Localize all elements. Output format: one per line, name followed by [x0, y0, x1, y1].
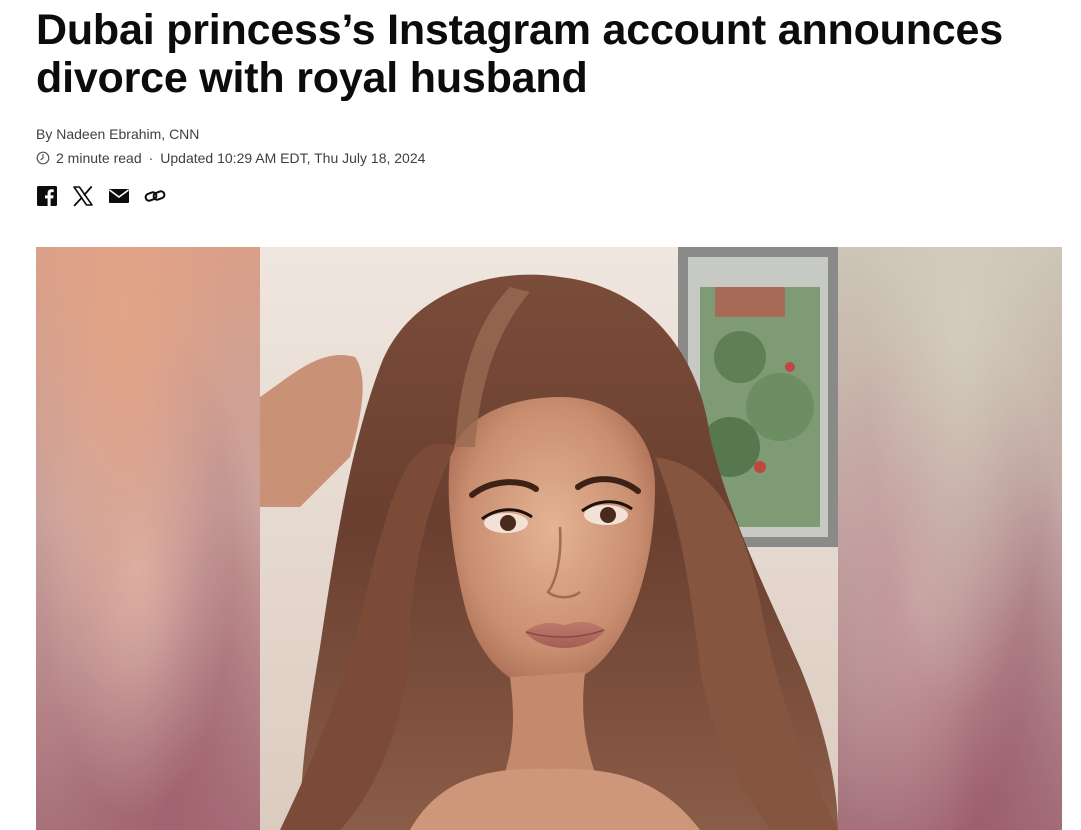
article-headline: Dubai princess’s Instagram account annou…: [36, 6, 1003, 102]
article-byline[interactable]: By Nadeen Ebrahim, CNN: [36, 126, 199, 142]
meta-separator: ·: [148, 150, 154, 166]
article-meta: 2 minute read · Updated 10:29 AM EDT, Th…: [36, 150, 425, 166]
facebook-icon[interactable]: [36, 184, 58, 208]
read-time: 2 minute read: [56, 150, 142, 166]
x-icon[interactable]: [72, 184, 94, 208]
hero-image[interactable]: [36, 247, 1062, 830]
hero-blur-backdrop-left: [36, 247, 260, 830]
hero-blur-backdrop-right: [838, 247, 1062, 830]
updated-timestamp: Updated 10:29 AM EDT, Thu July 18, 2024: [160, 150, 426, 166]
hero-photo: [260, 247, 838, 830]
clock-icon: [36, 151, 50, 165]
email-icon[interactable]: [108, 184, 130, 208]
share-bar: [36, 184, 166, 208]
link-icon[interactable]: [144, 184, 166, 208]
